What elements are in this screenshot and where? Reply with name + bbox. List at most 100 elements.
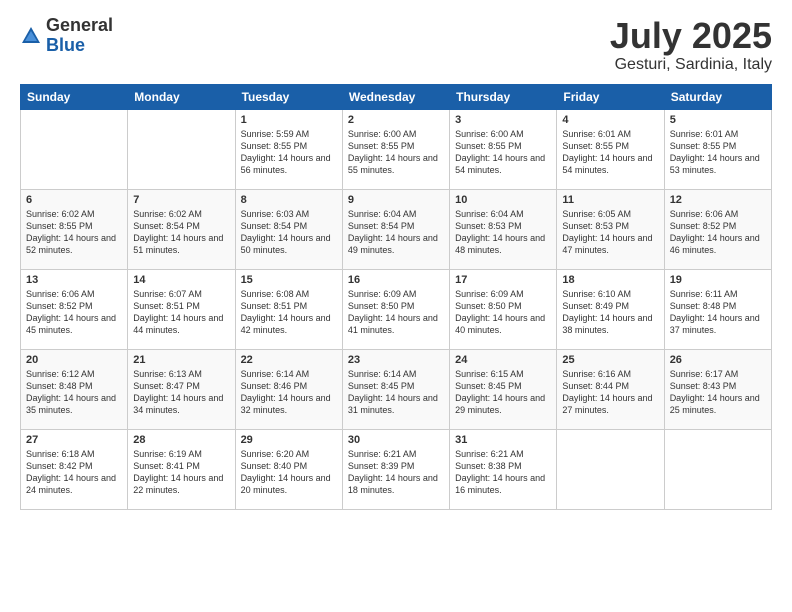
day-info-1: Sunrise: 5:59 AM Sunset: 8:55 PM Dayligh…: [241, 128, 337, 177]
calendar-cell-w3-d5: 18Sunrise: 6:10 AM Sunset: 8:49 PM Dayli…: [557, 269, 664, 349]
calendar-cell-w1-d2: 1 Sunrise: 5:59 AM Sunset: 8:55 PM Daylig…: [235, 109, 342, 189]
day-number-20: 20: [26, 354, 122, 366]
day-info-27: Sunrise: 6:18 AM Sunset: 8:42 PM Dayligh…: [26, 448, 122, 497]
logo-icon: [20, 25, 42, 47]
day-number-28: 28: [133, 434, 229, 446]
day-number-7: 7: [133, 194, 229, 206]
day-number-1: 1: [241, 114, 337, 126]
day-number-16: 16: [348, 274, 444, 286]
day-number-18: 18: [562, 274, 658, 286]
day-number-31: 31: [455, 434, 551, 446]
header-saturday: Saturday: [664, 84, 771, 109]
calendar-cell-w2-d2: 8Sunrise: 6:03 AM Sunset: 8:54 PM Daylig…: [235, 189, 342, 269]
day-info-23: Sunrise: 6:14 AM Sunset: 8:45 PM Dayligh…: [348, 368, 444, 417]
calendar-cell-w1-d5: 4 Sunrise: 6:01 AM Sunset: 8:55 PM Daylig…: [557, 109, 664, 189]
day-info-15: Sunrise: 6:08 AM Sunset: 8:51 PM Dayligh…: [241, 288, 337, 337]
calendar-cell-w1-d1: [128, 109, 235, 189]
day-number-2: 2: [348, 114, 444, 126]
calendar-cell-w2-d1: 7 Sunrise: 6:02 AM Sunset: 8:54 PM Daylig…: [128, 189, 235, 269]
calendar-cell-w2-d5: 11Sunrise: 6:05 AM Sunset: 8:53 PM Dayli…: [557, 189, 664, 269]
calendar-cell-w5-d1: 28 Sunrise: 6:19 AM Sunset: 8:41 PM Dayli…: [128, 429, 235, 509]
day-info-8: Sunrise: 6:03 AM Sunset: 8:54 PM Dayligh…: [241, 208, 337, 257]
day-info-28: Sunrise: 6:19 AM Sunset: 8:41 PM Dayligh…: [133, 448, 229, 497]
day-number-26: 26: [670, 354, 766, 366]
day-number-14: 14: [133, 274, 229, 286]
calendar-cell-w2-d3: 9Sunrise: 6:04 AM Sunset: 8:54 PM Daylig…: [342, 189, 449, 269]
day-number-6: 6: [26, 194, 122, 206]
logo-text: General Blue: [46, 16, 113, 56]
day-number-5: 5: [670, 114, 766, 126]
day-number-19: 19: [670, 274, 766, 286]
day-info-31: Sunrise: 6:21 AM Sunset: 8:38 PM Dayligh…: [455, 448, 551, 497]
header-tuesday: Tuesday: [235, 84, 342, 109]
calendar-cell-w3-d1: 14 Sunrise: 6:07 AM Sunset: 8:51 PM Dayli…: [128, 269, 235, 349]
calendar-cell-w5-d0: 27 Sunrise: 6:18 AM Sunset: 8:42 PM Dayli…: [21, 429, 128, 509]
day-number-17: 17: [455, 274, 551, 286]
day-info-7: Sunrise: 6:02 AM Sunset: 8:54 PM Dayligh…: [133, 208, 229, 257]
week-row-4: 20 Sunrise: 6:12 AM Sunset: 8:48 PM Dayli…: [21, 349, 772, 429]
day-info-14: Sunrise: 6:07 AM Sunset: 8:51 PM Dayligh…: [133, 288, 229, 337]
week-row-2: 6 Sunrise: 6:02 AM Sunset: 8:55 PM Daylig…: [21, 189, 772, 269]
day-info-26: Sunrise: 6:17 AM Sunset: 8:43 PM Dayligh…: [670, 368, 766, 417]
calendar-table: Sunday Monday Tuesday Wednesday Thursday…: [20, 84, 772, 510]
day-info-3: Sunrise: 6:00 AM Sunset: 8:55 PM Dayligh…: [455, 128, 551, 177]
calendar-cell-w1-d6: 5 Sunrise: 6:01 AM Sunset: 8:55 PM Daylig…: [664, 109, 771, 189]
day-number-12: 12: [670, 194, 766, 206]
day-info-10: Sunrise: 6:04 AM Sunset: 8:53 PM Dayligh…: [455, 208, 551, 257]
day-info-21: Sunrise: 6:13 AM Sunset: 8:47 PM Dayligh…: [133, 368, 229, 417]
day-info-4: Sunrise: 6:01 AM Sunset: 8:55 PM Dayligh…: [562, 128, 658, 177]
calendar-cell-w1-d0: [21, 109, 128, 189]
day-number-21: 21: [133, 354, 229, 366]
calendar-cell-w3-d4: 17 Sunrise: 6:09 AM Sunset: 8:50 PM Dayli…: [450, 269, 557, 349]
calendar-cell-w2-d4: 10 Sunrise: 6:04 AM Sunset: 8:53 PM Dayli…: [450, 189, 557, 269]
week-row-3: 13Sunrise: 6:06 AM Sunset: 8:52 PM Dayli…: [21, 269, 772, 349]
calendar-cell-w4-d4: 24 Sunrise: 6:15 AM Sunset: 8:45 PM Dayli…: [450, 349, 557, 429]
day-info-6: Sunrise: 6:02 AM Sunset: 8:55 PM Dayligh…: [26, 208, 122, 257]
calendar-cell-w5-d5: [557, 429, 664, 509]
calendar-cell-w4-d6: 26 Sunrise: 6:17 AM Sunset: 8:43 PM Dayli…: [664, 349, 771, 429]
calendar-cell-w4-d5: 25Sunrise: 6:16 AM Sunset: 8:44 PM Dayli…: [557, 349, 664, 429]
location-title: Gesturi, Sardinia, Italy: [610, 56, 772, 74]
calendar-cell-w5-d3: 30 Sunrise: 6:21 AM Sunset: 8:39 PM Dayli…: [342, 429, 449, 509]
day-info-20: Sunrise: 6:12 AM Sunset: 8:48 PM Dayligh…: [26, 368, 122, 417]
day-number-24: 24: [455, 354, 551, 366]
day-info-19: Sunrise: 6:11 AM Sunset: 8:48 PM Dayligh…: [670, 288, 766, 337]
calendar-cell-w3-d6: 19 Sunrise: 6:11 AM Sunset: 8:48 PM Dayli…: [664, 269, 771, 349]
day-info-17: Sunrise: 6:09 AM Sunset: 8:50 PM Dayligh…: [455, 288, 551, 337]
calendar-cell-w4-d0: 20 Sunrise: 6:12 AM Sunset: 8:48 PM Dayli…: [21, 349, 128, 429]
weekday-header-row: Sunday Monday Tuesday Wednesday Thursday…: [21, 84, 772, 109]
page: General Blue July 2025 Gesturi, Sardinia…: [0, 0, 792, 612]
logo-general-text: General: [46, 16, 113, 36]
calendar-cell-w5-d6: [664, 429, 771, 509]
day-number-3: 3: [455, 114, 551, 126]
day-number-9: 9: [348, 194, 444, 206]
calendar-cell-w4-d2: 22Sunrise: 6:14 AM Sunset: 8:46 PM Dayli…: [235, 349, 342, 429]
day-info-22: Sunrise: 6:14 AM Sunset: 8:46 PM Dayligh…: [241, 368, 337, 417]
day-info-13: Sunrise: 6:06 AM Sunset: 8:52 PM Dayligh…: [26, 288, 122, 337]
day-number-29: 29: [241, 434, 337, 446]
day-info-11: Sunrise: 6:05 AM Sunset: 8:53 PM Dayligh…: [562, 208, 658, 257]
calendar-cell-w3-d2: 15 Sunrise: 6:08 AM Sunset: 8:51 PM Dayli…: [235, 269, 342, 349]
day-number-30: 30: [348, 434, 444, 446]
day-info-5: Sunrise: 6:01 AM Sunset: 8:55 PM Dayligh…: [670, 128, 766, 177]
day-number-4: 4: [562, 114, 658, 126]
day-info-24: Sunrise: 6:15 AM Sunset: 8:45 PM Dayligh…: [455, 368, 551, 417]
header: General Blue July 2025 Gesturi, Sardinia…: [20, 16, 772, 74]
day-info-30: Sunrise: 6:21 AM Sunset: 8:39 PM Dayligh…: [348, 448, 444, 497]
calendar-cell-w3-d3: 16 Sunrise: 6:09 AM Sunset: 8:50 PM Dayli…: [342, 269, 449, 349]
logo-blue-text: Blue: [46, 36, 113, 56]
month-title: July 2025: [610, 16, 772, 56]
calendar-cell-w1-d3: 2Sunrise: 6:00 AM Sunset: 8:55 PM Daylig…: [342, 109, 449, 189]
day-info-25: Sunrise: 6:16 AM Sunset: 8:44 PM Dayligh…: [562, 368, 658, 417]
day-number-10: 10: [455, 194, 551, 206]
title-block: July 2025 Gesturi, Sardinia, Italy: [610, 16, 772, 74]
week-row-5: 27 Sunrise: 6:18 AM Sunset: 8:42 PM Dayli…: [21, 429, 772, 509]
day-number-27: 27: [26, 434, 122, 446]
day-info-29: Sunrise: 6:20 AM Sunset: 8:40 PM Dayligh…: [241, 448, 337, 497]
day-info-16: Sunrise: 6:09 AM Sunset: 8:50 PM Dayligh…: [348, 288, 444, 337]
header-friday: Friday: [557, 84, 664, 109]
header-sunday: Sunday: [21, 84, 128, 109]
header-wednesday: Wednesday: [342, 84, 449, 109]
day-number-15: 15: [241, 274, 337, 286]
header-monday: Monday: [128, 84, 235, 109]
